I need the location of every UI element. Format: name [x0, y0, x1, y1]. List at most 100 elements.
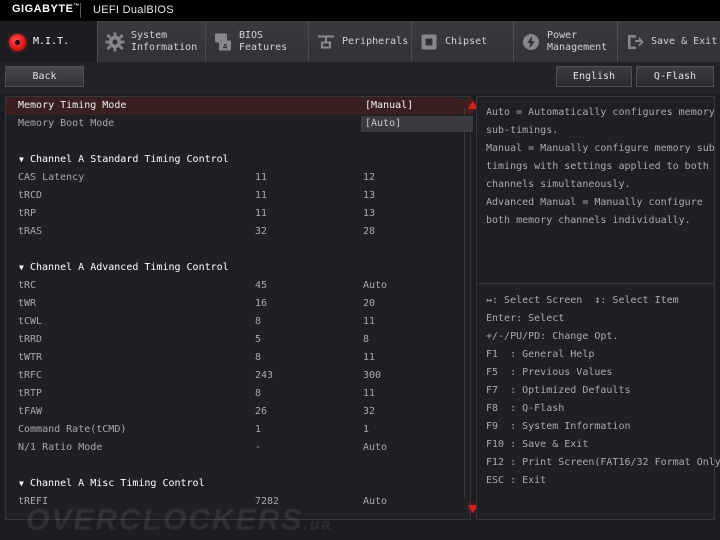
timing-row[interactable]: tWR1620	[6, 295, 456, 313]
setting-row[interactable]: Memory Timing Mode[Manual]	[6, 97, 456, 115]
timing-label: Command Rate(tCMD)	[18, 421, 126, 439]
timing-set-value[interactable]: 13	[363, 187, 375, 205]
row-spacer	[6, 133, 456, 151]
timing-row[interactable]: tRRD58	[6, 331, 456, 349]
tab-mit[interactable]: M.I.T.	[0, 21, 97, 62]
main-tabbar: M.I.T. System Information	[0, 21, 720, 62]
key-legend-line: Enter: Select	[486, 310, 706, 328]
settings-scrollbar[interactable]	[464, 108, 465, 498]
tab-system-information-label: System Information	[131, 30, 197, 54]
tab-bios-features[interactable]: BIOS Features	[205, 21, 308, 62]
timing-current-value: 11	[255, 187, 267, 205]
key-legend-line: ↔: Select Screen ↕: Select Item	[486, 292, 706, 310]
timing-set-value[interactable]: 11	[363, 385, 375, 403]
key-legend-line: F12 : Print Screen(FAT16/32 Format Only)	[486, 454, 706, 472]
timing-row[interactable]: tCWL811	[6, 313, 456, 331]
timing-label: tRCD	[18, 187, 42, 205]
timing-set-value[interactable]: 28	[363, 223, 375, 241]
timing-label: tFAW	[18, 403, 42, 421]
section-header-label: Channel A Standard Timing Control	[30, 151, 229, 169]
product-name: UEFI DualBIOS	[93, 4, 174, 16]
timing-row[interactable]: tWTR 8 11	[6, 349, 456, 367]
timing-row[interactable]: tRC 45 Auto	[6, 277, 456, 295]
key-legend-line: F1 : General Help	[486, 346, 706, 364]
watermark: OVERCLOCKERS.ua	[26, 503, 456, 535]
row-spacer	[6, 241, 456, 259]
exit-icon	[624, 31, 646, 53]
timing-set-value[interactable]: Auto	[363, 439, 387, 457]
tab-mit-label: M.I.T.	[33, 36, 69, 48]
help-text: Auto = Automatically configures memorysu…	[477, 97, 714, 283]
timing-set-value[interactable]: 8	[363, 331, 369, 349]
language-button[interactable]: English	[556, 66, 632, 87]
back-button[interactable]: Back	[5, 66, 84, 87]
timing-current-value: 8	[255, 349, 261, 367]
gigabyte-logo-text: GIGABYTE	[12, 3, 73, 15]
timing-row[interactable]: tFAW2632	[6, 403, 456, 421]
key-legend-line: +/-/PU/PD: Change Opt.	[486, 328, 706, 346]
timing-current-value: 45	[255, 277, 267, 295]
bolt-icon	[520, 31, 542, 53]
key-legend-line: F5 : Previous Values	[486, 364, 706, 382]
timing-current-value: 8	[255, 385, 261, 403]
section-header[interactable]: ▼Channel A Advanced Timing Control	[6, 259, 456, 277]
timing-row[interactable]: tRFC243300	[6, 367, 456, 385]
timing-set-value[interactable]: 11	[363, 313, 375, 331]
timing-label: tRTP	[18, 385, 42, 403]
timing-row[interactable]: CAS Latency1112	[6, 169, 456, 187]
setting-row[interactable]: Memory Boot Mode[Auto]	[6, 115, 456, 133]
key-legend-line: F9 : System Information	[486, 418, 706, 436]
timing-set-value[interactable]: 32	[363, 403, 375, 421]
timing-set-value[interactable]: 13	[363, 205, 375, 223]
timing-row[interactable]: tRP1113	[6, 205, 456, 223]
setting-value[interactable]: [Auto]	[361, 116, 473, 132]
timing-label: tWTR	[18, 349, 42, 367]
gigabyte-logo: GIGABYTE™	[12, 3, 80, 15]
timing-row[interactable]: Command Rate(tCMD)11	[6, 421, 456, 439]
setting-value[interactable]: [Manual]	[361, 98, 473, 114]
timing-label: tRC	[18, 277, 36, 295]
timing-row[interactable]: tRCD 11 13	[6, 187, 456, 205]
chevron-down-icon: ▼	[19, 475, 24, 493]
section-header[interactable]: ▼ Channel A Standard Timing Control	[6, 151, 456, 169]
chevron-down-icon: ▼	[19, 259, 24, 277]
timing-row[interactable]: tRTP 8 11	[6, 385, 456, 403]
timing-label: CAS Latency	[18, 169, 84, 187]
tab-save-and-exit[interactable]: Save & Exit	[617, 21, 720, 62]
chip-icon	[212, 31, 234, 53]
gear-icon	[104, 31, 126, 53]
timing-set-value[interactable]: 1	[363, 421, 369, 439]
help-line: Advanced Manual = Manually configure	[486, 194, 706, 212]
timing-row[interactable]: tRAS3228	[6, 223, 456, 241]
tab-chipset-label: Chipset	[445, 36, 487, 48]
chipset-icon	[418, 31, 440, 53]
timing-set-value[interactable]: 11	[363, 349, 375, 367]
qflash-button[interactable]: Q-Flash	[636, 66, 714, 87]
trademark-symbol: ™	[73, 3, 80, 9]
help-line: channels simultaneously.	[486, 176, 706, 194]
tab-chipset[interactable]: Chipset	[411, 21, 513, 62]
help-line: sub-timings.	[486, 122, 706, 140]
tab-power-management-label: Power Management	[547, 30, 607, 54]
section-header[interactable]: ▼Channel A Misc Timing Control	[6, 475, 456, 493]
key-legend-line: ESC : Exit	[486, 472, 706, 490]
tab-peripherals[interactable]: Peripherals	[308, 21, 411, 62]
key-legend: ↔: Select Screen ↕: Select ItemEnter: Se…	[477, 284, 714, 490]
timing-set-value[interactable]: 20	[363, 295, 375, 313]
tab-peripherals-label: Peripherals	[342, 36, 408, 48]
tab-bios-features-label: BIOS Features	[239, 30, 287, 54]
secondary-toolbar: Back English Q-Flash	[0, 62, 720, 94]
timing-row[interactable]: N/1 Ratio Mode-Auto	[6, 439, 456, 457]
settings-panel: Memory Timing Mode[Manual]Memory Boot Mo…	[5, 96, 471, 520]
tab-power-management[interactable]: Power Management	[513, 21, 617, 62]
timing-current-value: 11	[255, 205, 267, 223]
chevron-down-icon: ▼	[19, 151, 24, 169]
timing-current-value: 16	[255, 295, 267, 313]
timing-set-value[interactable]: 12	[363, 169, 375, 187]
timing-set-value[interactable]: 300	[363, 367, 381, 385]
timing-set-value[interactable]: Auto	[363, 277, 387, 295]
help-line: Auto = Automatically configures memory	[486, 104, 706, 122]
timing-current-value: -	[255, 439, 261, 457]
timing-label: tRFC	[18, 367, 42, 385]
tab-system-information[interactable]: System Information	[97, 21, 205, 62]
